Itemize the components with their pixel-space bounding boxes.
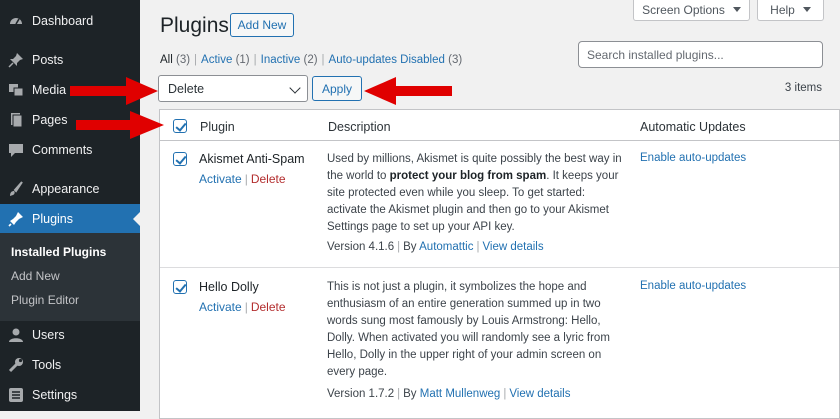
sidebar-item-settings[interactable]: Settings	[0, 380, 140, 410]
enable-auto-updates-link[interactable]: Enable auto-updates	[640, 152, 746, 164]
view-details-link[interactable]: View details	[509, 388, 570, 400]
plugin-icon	[8, 211, 24, 227]
annotation-arrow-right-icon	[76, 111, 164, 139]
filter-auto-updates-disabled[interactable]: Auto-updates Disabled	[329, 54, 445, 66]
sidebar-item-label: Media	[32, 83, 67, 97]
submenu-plugin-editor[interactable]: Plugin Editor	[11, 293, 79, 307]
sidebar-item-label: Comments	[32, 143, 93, 157]
sidebar-item-label: Pages	[32, 113, 68, 127]
row-checkbox[interactable]	[173, 152, 187, 166]
plugin-meta: Version 4.1.6 | By Automattic | View details	[327, 241, 544, 253]
activate-link[interactable]: Activate	[199, 300, 242, 314]
submenu-installed-plugins[interactable]: Installed Plugins	[11, 245, 106, 259]
column-header-description: Description	[328, 120, 391, 134]
row-actions: Activate | Delete	[199, 300, 286, 314]
page-title: Plugins	[160, 14, 229, 37]
sidebar-item-posts[interactable]: Posts	[0, 45, 140, 75]
pin-icon	[8, 52, 24, 68]
media-icon	[8, 82, 24, 98]
screen-options-button[interactable]: Screen Options	[633, 0, 750, 21]
caret-down-icon	[732, 7, 741, 12]
divider	[160, 267, 839, 268]
plugin-meta: Version 1.7.2 | By Matt Mullenweg | View det…	[327, 388, 571, 400]
settings-icon	[8, 387, 24, 403]
filter-all[interactable]: All (3)	[160, 54, 190, 66]
wrench-icon	[8, 357, 24, 373]
sidebar-item-label: Dashboard	[32, 14, 94, 28]
sidebar-item-label: Tools	[32, 358, 62, 372]
sidebar-item-dashboard[interactable]: Dashboard	[0, 6, 140, 36]
view-details-link[interactable]: View details	[482, 241, 543, 253]
plugin-status-filters: All (3) | Active (1) | Inactive (2) | Auto-upd…	[160, 54, 463, 66]
user-icon	[8, 327, 24, 343]
plugin-description: This is not just a plugin, it symbolizes…	[327, 281, 610, 378]
sidebar-item-label: Appearance	[32, 182, 100, 196]
row-checkbox[interactable]	[173, 280, 187, 294]
delete-link[interactable]: Delete	[251, 300, 286, 314]
sidebar-item-appearance[interactable]: Appearance	[0, 174, 140, 204]
column-header-plugin[interactable]: Plugin	[200, 120, 235, 134]
column-header-auto-updates: Automatic Updates	[640, 120, 746, 134]
row-actions: Activate | Delete	[199, 172, 286, 186]
author-link[interactable]: Automattic	[419, 241, 473, 253]
enable-auto-updates-link[interactable]: Enable auto-updates	[640, 280, 746, 292]
sidebar-item-label: Users	[32, 328, 65, 342]
sidebar-item-label: Posts	[32, 53, 64, 67]
pages-icon	[8, 112, 24, 128]
annotation-arrow-right-icon	[70, 77, 158, 105]
chevron-down-icon	[289, 82, 301, 94]
divider	[160, 140, 839, 141]
search-plugins-input[interactable]	[578, 41, 823, 68]
items-count: 3 items	[784, 82, 822, 94]
sidebar-item-label: Settings	[32, 388, 78, 402]
author-link[interactable]: Matt Mullenweg	[420, 388, 501, 400]
select-all-checkbox[interactable]	[173, 119, 187, 133]
filter-active[interactable]: Active	[201, 54, 232, 66]
sidebar-item-label: Plugins	[32, 212, 73, 226]
comment-icon	[8, 142, 24, 158]
apply-button[interactable]: Apply	[312, 76, 362, 101]
delete-link[interactable]: Delete	[251, 172, 286, 186]
sidebar-item-users[interactable]: Users	[0, 320, 140, 350]
caret-down-icon	[802, 7, 811, 12]
sidebar-item-tools[interactable]: Tools	[0, 350, 140, 380]
annotation-arrow-left-icon	[364, 77, 452, 105]
activate-link[interactable]: Activate	[199, 172, 242, 186]
sidebar-item-plugins[interactable]: Plugins	[0, 204, 140, 234]
add-new-button[interactable]: Add New	[230, 13, 294, 37]
plugin-name: Hello Dolly	[199, 280, 259, 294]
plugins-table: Plugin Description Automatic Updates Aki…	[159, 109, 840, 419]
submenu-add-new[interactable]: Add New	[11, 269, 60, 283]
plugin-description: Used by millions, Akismet is quite possi…	[327, 153, 622, 233]
dashboard-icon	[8, 13, 24, 29]
filter-inactive[interactable]: Inactive	[261, 54, 301, 66]
help-button[interactable]: Help	[757, 0, 824, 21]
admin-sidebar: Dashboard Posts Media Pages Comments App…	[0, 0, 140, 411]
bulk-actions-select[interactable]: Delete	[158, 75, 308, 102]
plugins-submenu: Installed Plugins Add New Plugin Editor	[0, 233, 140, 321]
plugin-name: Akismet Anti-Spam	[199, 152, 305, 166]
brush-icon	[8, 181, 24, 197]
